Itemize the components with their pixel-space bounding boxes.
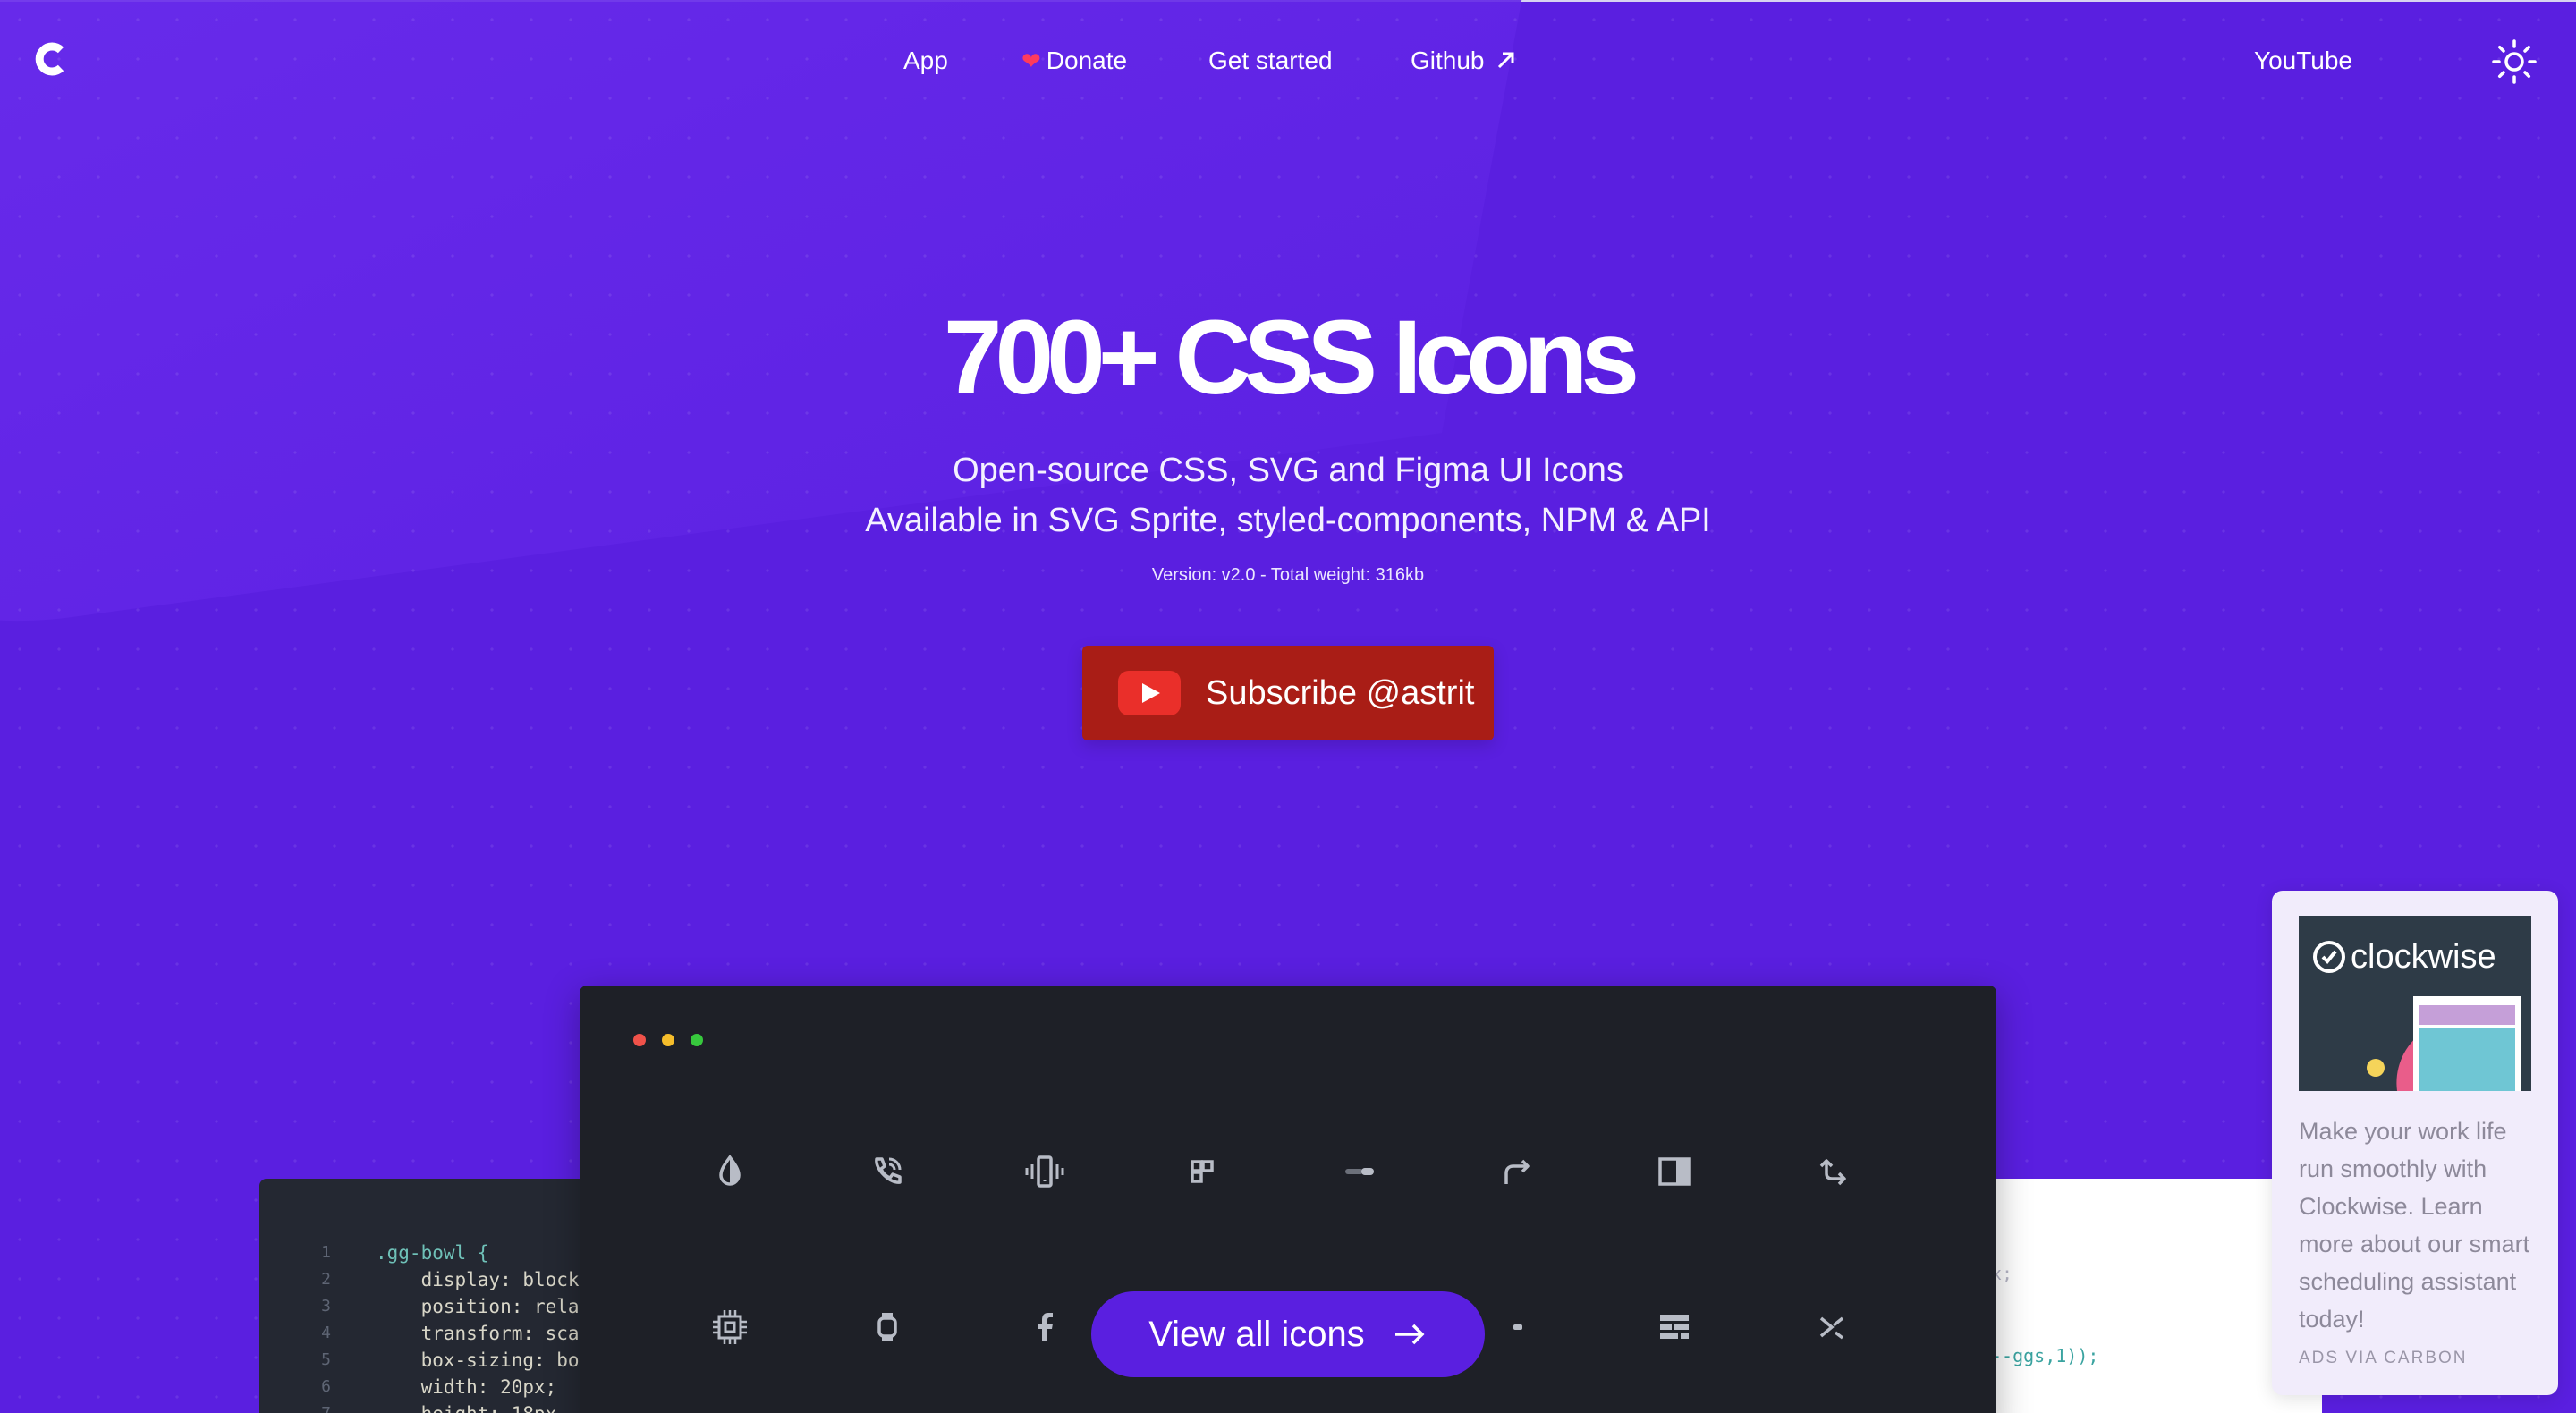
window-maximize-dot xyxy=(691,1034,703,1046)
redo-arrow-icon[interactable] xyxy=(1496,1150,1538,1193)
sidebar-right-icon[interactable] xyxy=(1653,1150,1696,1193)
code-line: --ggs,1)); xyxy=(1991,1345,2099,1366)
view-all-label: View all icons xyxy=(1148,1314,1365,1354)
chip-icon[interactable] xyxy=(708,1306,751,1349)
code-panel-left: 1 .gg-bowl { 2 display: block 3 position:… xyxy=(259,1179,599,1413)
window-close-dot xyxy=(633,1034,646,1046)
subscribe-label: Subscribe @astrit xyxy=(1206,673,1475,712)
smartphone-shake-icon[interactable] xyxy=(1023,1150,1066,1193)
version-info: Version: v2.0 - Total weight: 316kb xyxy=(1151,565,1425,585)
youtube-play-icon xyxy=(1118,671,1181,715)
smartwatch-icon[interactable] xyxy=(866,1306,909,1349)
ad-brand: clockwise xyxy=(2351,938,2496,976)
ad-attribution[interactable]: ADS VIA CARBON xyxy=(2299,1349,2468,1368)
ad-text[interactable]: Make your work life run smoothly with Cl… xyxy=(2299,1113,2540,1338)
ad-image[interactable]: clockwise xyxy=(2299,916,2531,1091)
nav-github-link[interactable]: Github xyxy=(1411,43,1519,79)
view-all-icons-button[interactable]: View all icons xyxy=(1091,1291,1485,1377)
phone-call-icon[interactable] xyxy=(866,1150,909,1193)
nav-github-label: Github xyxy=(1411,47,1485,74)
layout-grid-small-icon[interactable] xyxy=(1181,1150,1224,1193)
toggle-off-icon[interactable] xyxy=(1338,1150,1381,1193)
arrow-corner-icon[interactable] xyxy=(1810,1150,1853,1193)
nav-get-started-link[interactable]: Get started xyxy=(1208,43,1333,79)
clockwise-ad-illustration: clockwise xyxy=(2299,916,2531,1091)
contrast-icon[interactable] xyxy=(708,1150,751,1193)
main-nav: App ❤ Donate Get started Github xyxy=(0,43,2576,82)
sun-icon[interactable] xyxy=(2490,38,2538,86)
heart-icon: ❤ xyxy=(1021,47,1041,74)
layout-rows-icon[interactable] xyxy=(1653,1306,1696,1349)
youtube-link[interactable]: YouTube xyxy=(2254,43,2352,79)
arrow-right-icon xyxy=(1394,1324,1425,1345)
external-arrow-icon xyxy=(1497,52,1513,69)
nav-donate-label: Donate xyxy=(1046,47,1128,74)
hero-subtitle-2: Available in SVG Sprite, styled-componen… xyxy=(865,502,1711,539)
nav-donate-link[interactable]: ❤ Donate xyxy=(1021,43,1127,79)
hero-subtitle-1: Open-source CSS, SVG and Figma UI Icons xyxy=(953,452,1623,489)
subscribe-button[interactable]: Subscribe @astrit xyxy=(1082,646,1494,740)
page-title: 700+ CSS Icons xyxy=(943,299,1640,417)
window-minimize-dot xyxy=(662,1034,674,1046)
carbon-ad[interactable]: clockwise Make your work life run smooth… xyxy=(2272,891,2558,1395)
dot-small-icon[interactable] xyxy=(1496,1306,1538,1349)
header: App ❤ Donate Get started Github YouTube xyxy=(0,0,2576,125)
nav-app-link[interactable]: App xyxy=(903,43,948,79)
facebook-icon[interactable] xyxy=(1023,1306,1066,1349)
shortcut-icon[interactable] xyxy=(1810,1306,1853,1349)
